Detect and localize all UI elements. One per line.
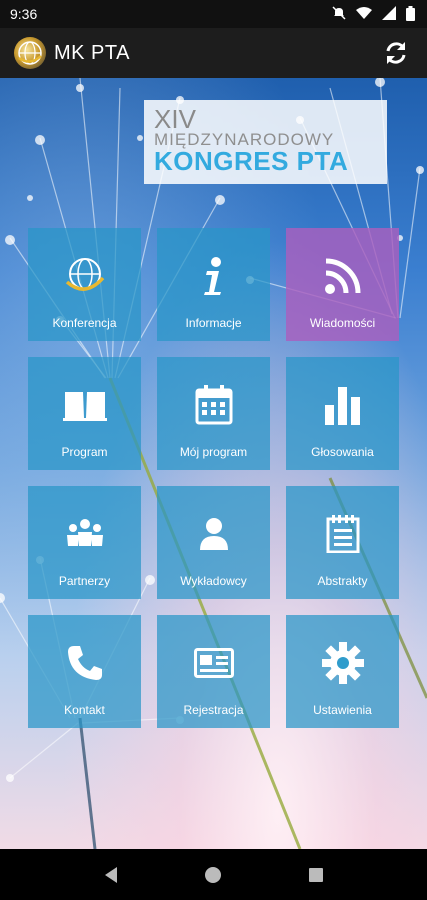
tile-ustawienia[interactable]: Ustawienia bbox=[286, 615, 399, 728]
tile-partnerzy[interactable]: Partnerzy bbox=[28, 486, 141, 599]
tile-label: Partnerzy bbox=[58, 574, 111, 588]
signal-icon bbox=[382, 6, 396, 22]
mute-icon bbox=[332, 6, 346, 22]
tile-label: Informacje bbox=[185, 316, 242, 330]
tile-informacje[interactable]: Informacje bbox=[157, 228, 270, 341]
home-icon bbox=[205, 866, 222, 883]
info-icon bbox=[203, 257, 221, 295]
tile-label: Ustawienia bbox=[313, 703, 372, 717]
tile-label: Wiadomości bbox=[309, 316, 376, 330]
tile-konferencja[interactable]: Konferencja bbox=[28, 228, 141, 341]
tile-glosowania[interactable]: Głosowania bbox=[286, 357, 399, 470]
system-nav-bar bbox=[0, 849, 427, 900]
status-time: 9:36 bbox=[10, 6, 38, 22]
tile-label: Głosowania bbox=[311, 445, 374, 459]
refresh-icon bbox=[386, 42, 406, 64]
phone-icon bbox=[67, 646, 102, 680]
globe-icon bbox=[65, 258, 104, 291]
gear-icon bbox=[321, 642, 364, 684]
tile-label: Kontakt bbox=[64, 703, 105, 717]
status-icons bbox=[332, 5, 415, 23]
tile-rejestracja[interactable]: Rejestracja bbox=[157, 615, 270, 728]
tile-label: Wykładowcy bbox=[180, 574, 247, 588]
recents-icon bbox=[308, 867, 323, 882]
id-card-icon bbox=[193, 648, 234, 678]
tile-label: Rejestracja bbox=[183, 703, 244, 717]
people-icon bbox=[66, 519, 103, 546]
wifi-icon bbox=[356, 6, 372, 22]
globe-logo-icon bbox=[14, 37, 46, 69]
refresh-button[interactable] bbox=[379, 36, 413, 70]
bar-chart-icon bbox=[324, 387, 360, 425]
recents-button[interactable] bbox=[296, 855, 336, 895]
home-button[interactable] bbox=[193, 855, 233, 895]
tile-label: Konferencja bbox=[52, 316, 117, 330]
banner-edition: XIV bbox=[154, 104, 196, 134]
tile-label: Abstrakty bbox=[317, 574, 368, 588]
person-icon bbox=[199, 518, 228, 550]
app-bar: MK PTA bbox=[0, 28, 427, 78]
notepad-icon bbox=[326, 515, 359, 553]
tile-wiadomosci[interactable]: Wiadomości bbox=[286, 228, 399, 341]
calendar-icon bbox=[195, 385, 232, 425]
status-bar: 9:36 bbox=[0, 0, 427, 28]
book-icon bbox=[62, 392, 107, 421]
tile-label: Program bbox=[61, 445, 108, 459]
congress-banner: XIV MIĘDZYNARODOWY KONGRES PTA bbox=[144, 100, 387, 184]
banner-title: KONGRES PTA bbox=[154, 146, 349, 176]
rss-icon bbox=[324, 258, 360, 294]
tile-kontakt[interactable]: Kontakt bbox=[28, 615, 141, 728]
tile-program[interactable]: Program bbox=[28, 357, 141, 470]
battery-icon bbox=[406, 5, 415, 23]
tile-moj-program[interactable]: Mój program bbox=[157, 357, 270, 470]
home-screen: XIV MIĘDZYNARODOWY KONGRES PTA Konferenc… bbox=[0, 78, 427, 849]
back-icon bbox=[105, 866, 118, 883]
menu-grid: Konferencja Informacje Wiadomości Progra… bbox=[28, 228, 400, 728]
back-button[interactable] bbox=[91, 855, 131, 895]
app-title: MK PTA bbox=[54, 41, 130, 64]
tile-abstrakty[interactable]: Abstrakty bbox=[286, 486, 399, 599]
tile-wykladowcy[interactable]: Wykładowcy bbox=[157, 486, 270, 599]
tile-label: Mój program bbox=[179, 445, 248, 459]
